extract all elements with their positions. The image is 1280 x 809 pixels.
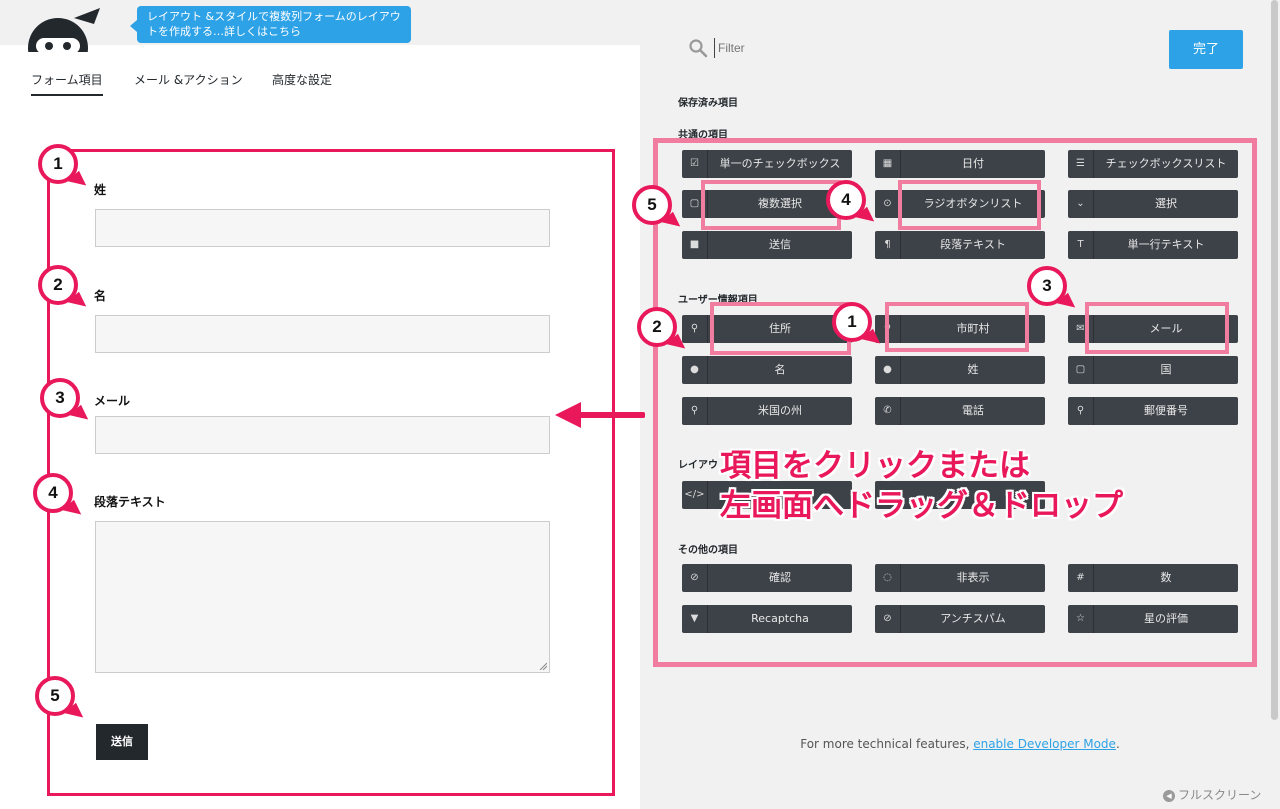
first-name-field[interactable]	[95, 315, 550, 353]
callout-badge-1: 1	[38, 144, 78, 184]
last-name-field[interactable]	[95, 209, 550, 247]
tab-advanced[interactable]: 高度な設定	[272, 71, 332, 88]
callout-badge-5: 5	[35, 676, 75, 716]
field-label-email: メール	[94, 394, 131, 408]
tab-form-fields[interactable]: フォーム項目	[31, 71, 103, 96]
callout-badge-4-right: 4	[826, 180, 866, 220]
scrollbar[interactable]	[1271, 0, 1278, 720]
done-button[interactable]: 完了	[1169, 30, 1243, 69]
callout-badge-2: 2	[38, 265, 78, 305]
saved-fields-title[interactable]: 保存済み項目	[678, 94, 738, 109]
callout-badge-4: 4	[33, 473, 73, 513]
ninja-logo	[14, 4, 102, 52]
filter-input[interactable]	[714, 38, 1014, 58]
submit-button[interactable]: 送信	[96, 724, 148, 760]
fullscreen-icon: ◀	[1163, 789, 1175, 802]
field-label-paragraph: 段落テキスト	[94, 495, 166, 509]
highlight-email	[1085, 302, 1229, 354]
callout-badge-5-right: 5	[632, 185, 672, 225]
layout-tooltip[interactable]: レイアウト &スタイルで複数列フォームのレイアウトを作成する…詳しくはこちら	[130, 6, 411, 43]
field-label-last-name: 姓	[94, 183, 107, 197]
highlight-city	[885, 302, 1029, 352]
fullscreen-button[interactable]: ◀ フルスクリーン	[1163, 786, 1261, 803]
developer-mode-note: For more technical features, enable Deve…	[800, 737, 1120, 751]
callout-badge-2-right: 2	[637, 307, 677, 347]
highlight-address	[710, 302, 851, 355]
callout-badge-3: 3	[40, 378, 80, 418]
paragraph-textarea[interactable]	[95, 521, 550, 673]
tab-emails-actions[interactable]: メール &アクション	[134, 71, 243, 88]
enable-developer-mode-link[interactable]: enable Developer Mode	[973, 737, 1116, 751]
highlight-multi-select	[701, 180, 841, 230]
drag-arrow-icon	[555, 402, 645, 428]
drag-drop-instruction: 項目をクリックまたは 左画面へドラッグ＆ドロップ	[720, 448, 1123, 524]
email-field[interactable]	[95, 416, 550, 454]
search-icon	[689, 39, 708, 58]
callout-badge-3-right: 3	[1027, 266, 1067, 306]
highlight-radio-list	[898, 180, 1041, 230]
field-label-first-name: 名	[94, 289, 107, 303]
callout-badge-1-right: 1	[832, 302, 872, 342]
resize-grip-icon[interactable]	[539, 662, 547, 670]
